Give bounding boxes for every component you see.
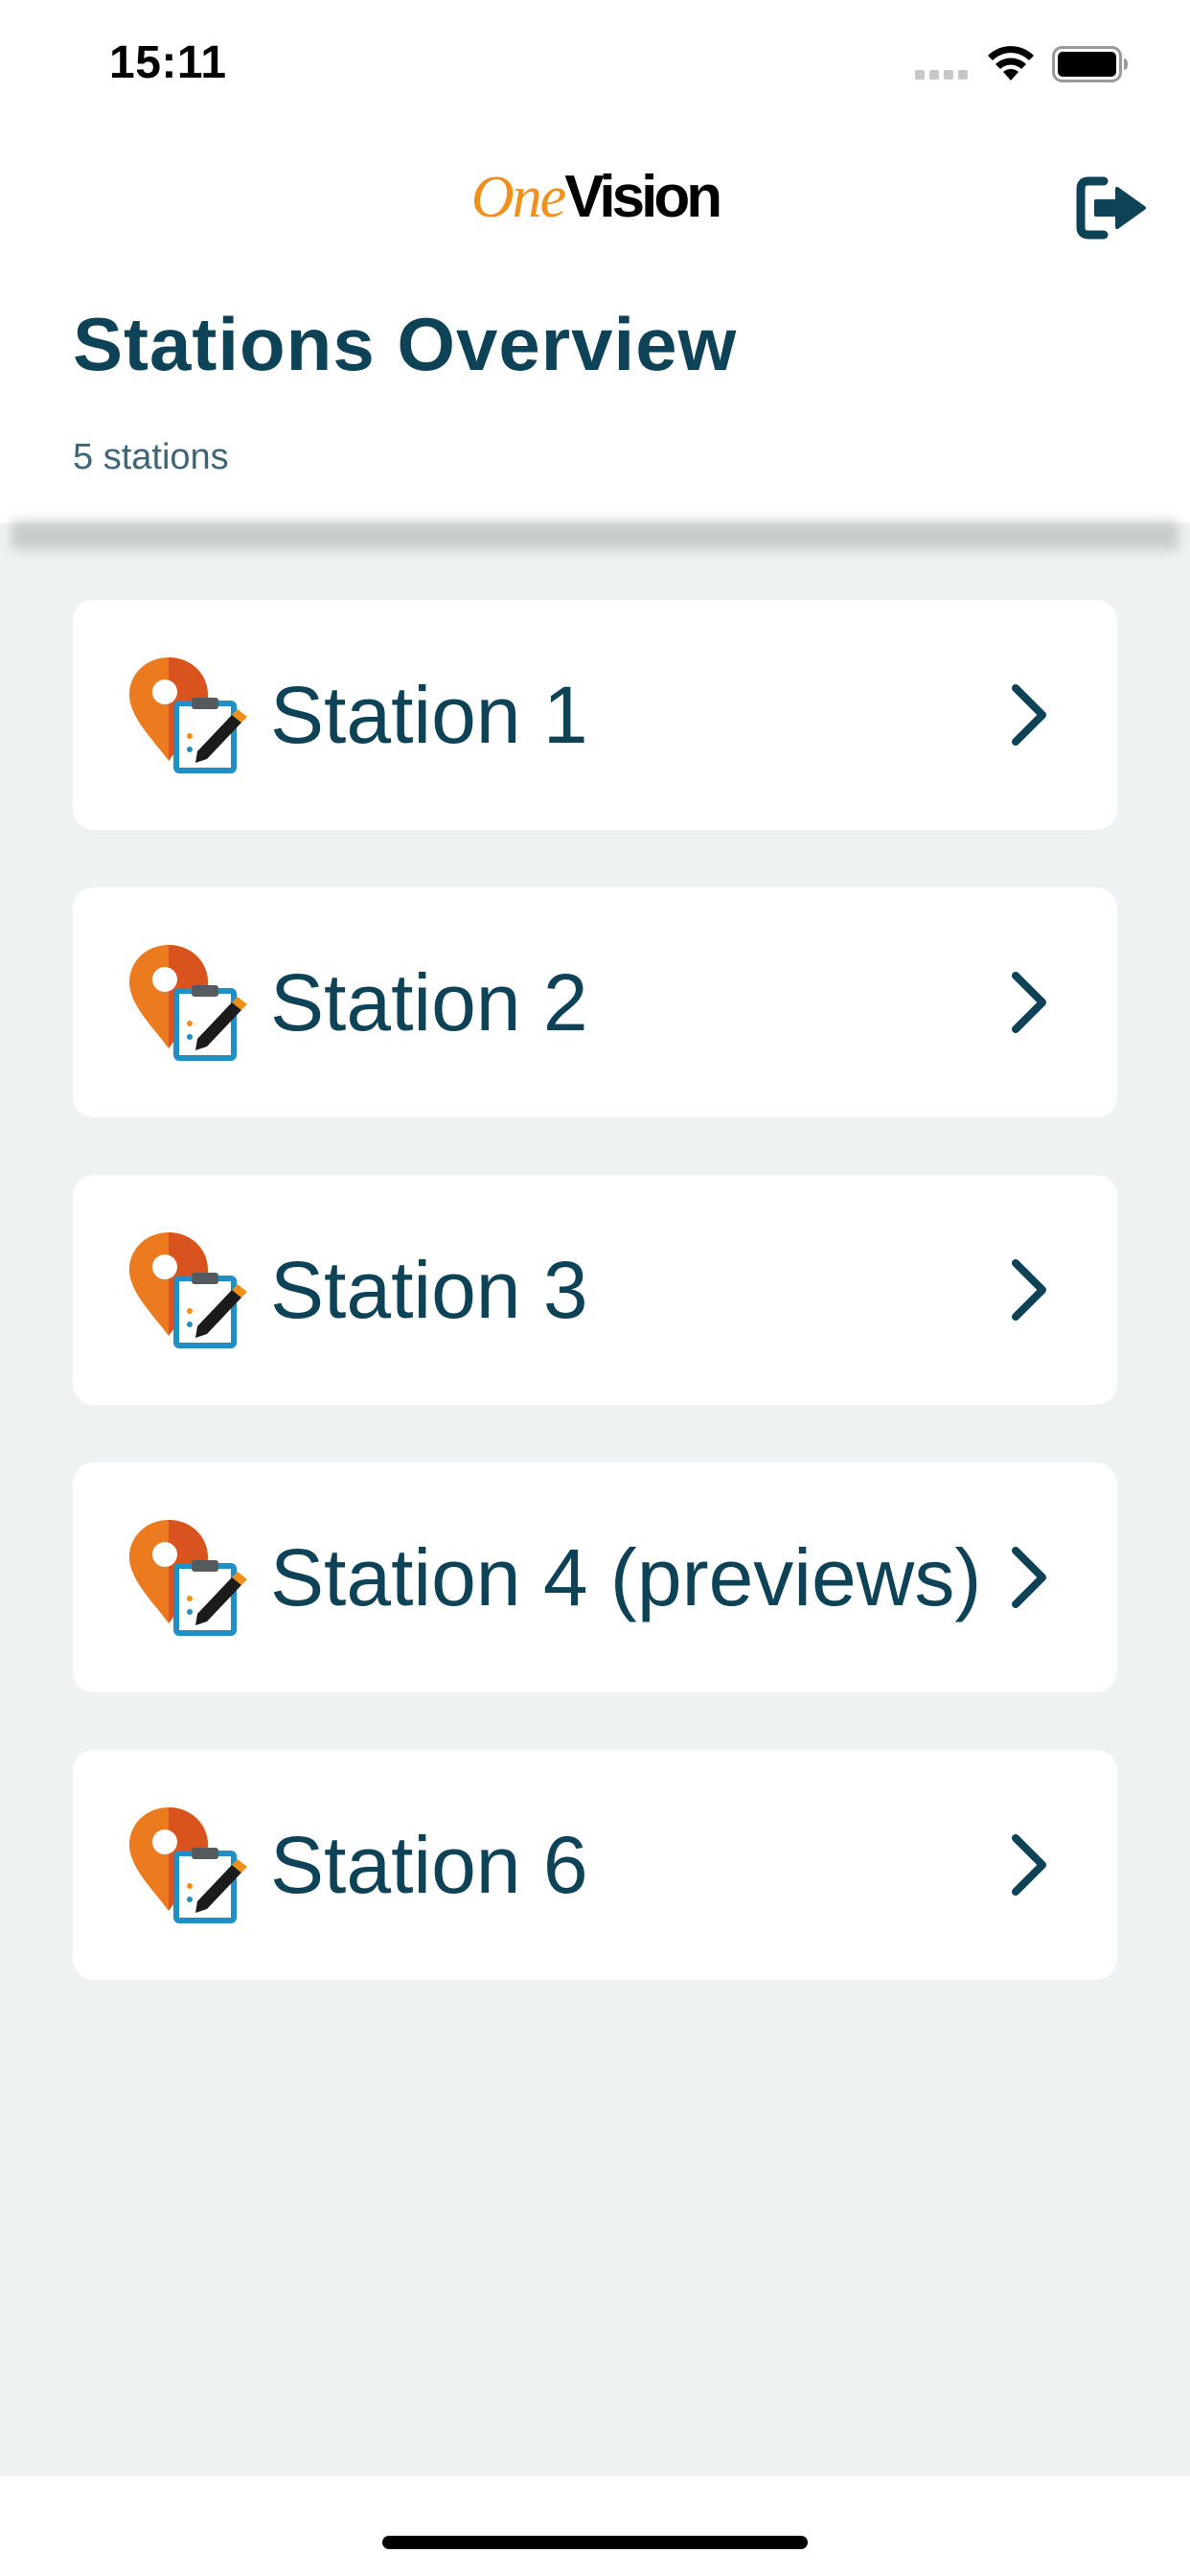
logo-text-one: One [470,165,566,230]
onevision-logo: OneVision [0,165,1190,230]
stations-list-area: Station 1 Station 2 Station 3 Station 4 … [0,521,1190,2476]
station-card[interactable]: Station 2 [73,887,1117,1117]
station-card[interactable]: Station 4 (previews) [73,1462,1117,1692]
station-card[interactable]: Station 6 [73,1750,1117,1980]
status-bar: 15:11 [0,0,1190,129]
station-location-clipboard-icon [129,945,247,1061]
station-label: Station 2 [270,957,588,1047]
station-count: 5 stations [73,437,229,477]
wifi-icon [988,46,1034,80]
station-location-clipboard-icon [129,1232,247,1348]
app-header: OneVision [0,129,1190,283]
logout-icon[interactable] [1075,175,1148,241]
header-divider-shadow [11,521,1179,550]
station-label: Station 1 [270,670,588,760]
chevron-right-icon [1012,972,1046,1033]
battery-icon [1052,46,1128,82]
station-location-clipboard-icon [129,1520,247,1636]
chevron-right-icon [1012,1547,1046,1608]
chevron-right-icon [1012,1834,1046,1896]
station-label: Station 3 [270,1245,588,1335]
station-card[interactable]: Station 1 [73,600,1117,830]
stations-list: Station 1 Station 2 Station 3 Station 4 … [73,600,1117,2037]
station-label: Station 6 [270,1820,588,1910]
logo-text-vision: Vision [564,164,722,230]
chevron-right-icon [1012,684,1046,746]
status-time: 15:11 [109,37,227,88]
station-label: Station 4 (previews) [270,1532,982,1622]
station-location-clipboard-icon [129,657,247,773]
cellular-signal-icon [915,70,968,80]
chevron-right-icon [1012,1259,1046,1321]
page-title: Stations Overview [73,302,738,386]
bottom-safe-area [0,2476,1190,2576]
station-card[interactable]: Station 3 [73,1175,1117,1405]
stations-overview-screen: 15:11 OneVision Stations Overview 5 stat… [0,0,1190,2576]
home-indicator[interactable] [382,2536,808,2549]
station-location-clipboard-icon [129,1807,247,1923]
